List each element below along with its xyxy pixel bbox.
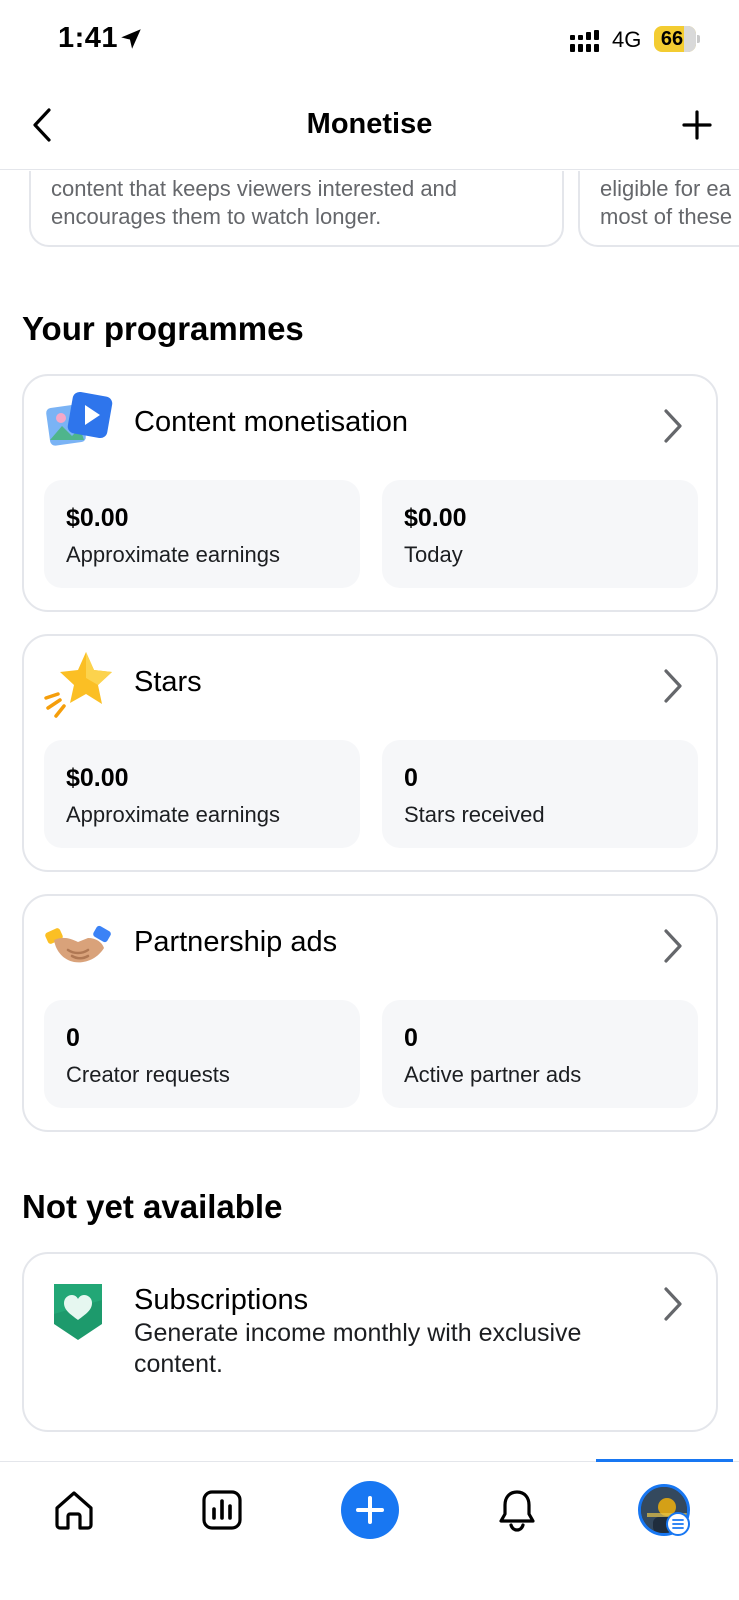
bar-chart-icon — [202, 1490, 242, 1530]
stat-label: Active partner ads — [404, 1062, 582, 1087]
info-carousel[interactable]: content that keeps viewers interested an… — [0, 171, 739, 251]
chevron-right-icon — [664, 1287, 682, 1321]
nav-header: Monetise — [0, 80, 739, 170]
tab-profile[interactable] — [634, 1480, 694, 1540]
add-button[interactable] — [676, 104, 718, 146]
create-button[interactable] — [341, 1481, 399, 1539]
info-card-text: content that keeps viewers interested an… — [51, 176, 458, 229]
bell-icon — [499, 1490, 535, 1532]
page-title: Monetise — [306, 108, 433, 140]
stat-creator-requests: 0 Creator requests — [44, 1000, 360, 1108]
stat-approximate-earnings: $0.00 Approximate earnings — [44, 740, 360, 848]
tab-home[interactable] — [44, 1480, 104, 1540]
active-tab-indicator — [596, 1459, 733, 1462]
program-description: Generate income monthly with exclusive c… — [134, 1319, 582, 1378]
stat-label: Today — [404, 542, 463, 567]
stat-active-partner-ads: 0 Active partner ads — [382, 1000, 698, 1108]
program-name: Partnership ads — [134, 926, 338, 958]
stat-value: $0.00 — [66, 504, 129, 532]
heart-shield-icon — [54, 1284, 102, 1340]
stat-value: 0 — [66, 1024, 80, 1052]
stat-label: Stars received — [404, 802, 545, 827]
location-arrow-icon — [121, 29, 141, 49]
stat-label: Approximate earnings — [66, 802, 281, 827]
video-photo-icon — [46, 391, 113, 446]
star-icon — [44, 652, 112, 718]
network-type: 4G — [612, 27, 642, 52]
signal-icon — [570, 30, 599, 52]
info-card-text: eligible for ea most of these — [600, 176, 733, 229]
stat-approximate-earnings: $0.00 Approximate earnings — [44, 480, 360, 588]
stat-label: Approximate earnings — [66, 542, 281, 567]
section-title-your-programmes: Your programmes — [22, 310, 304, 347]
program-name: Stars — [134, 666, 202, 698]
handshake-icon — [45, 925, 111, 963]
stat-stars-received: 0 Stars received — [382, 740, 698, 848]
stat-value: 0 — [404, 764, 418, 792]
info-card[interactable]: eligible for ea most of these — [578, 171, 739, 247]
plus-icon — [356, 1496, 384, 1524]
program-name: Subscriptions — [134, 1284, 309, 1316]
home-icon — [55, 1491, 93, 1530]
bottom-tab-bar — [0, 1459, 739, 1600]
program-card-stars[interactable]: Stars $0.00 Approximate earnings 0 Stars… — [22, 634, 718, 872]
battery-indicator: 66 — [654, 26, 700, 52]
tab-notifications[interactable] — [487, 1480, 547, 1540]
chevron-right-icon — [664, 669, 682, 703]
plus-icon — [682, 110, 712, 140]
stat-value: $0.00 — [66, 764, 129, 792]
chevron-right-icon — [664, 929, 682, 963]
status-bar: 1:41 4G 66 — [0, 0, 739, 80]
stat-value: 0 — [404, 1024, 418, 1052]
chevron-right-icon — [664, 409, 682, 443]
stat-today: $0.00 Today — [382, 480, 698, 588]
info-card[interactable]: content that keeps viewers interested an… — [29, 171, 564, 247]
battery-level: 66 — [660, 28, 684, 50]
program-card-partnership-ads[interactable]: Partnership ads 0 Creator requests 0 Act… — [22, 894, 718, 1132]
program-card-content-monetisation[interactable]: Content monetisation $0.00 Approximate e… — [22, 374, 718, 612]
program-name: Content monetisation — [134, 406, 409, 438]
section-title-not-yet-available: Not yet available — [22, 1188, 283, 1225]
tab-insights[interactable] — [192, 1480, 252, 1540]
program-card-subscriptions[interactable]: Subscriptions Generate income monthly wi… — [22, 1252, 718, 1432]
tab-create[interactable] — [340, 1480, 400, 1540]
stat-label: Creator requests — [66, 1062, 230, 1087]
menu-badge-icon — [666, 1512, 690, 1536]
stat-value: $0.00 — [404, 504, 467, 532]
status-time: 1:41 — [58, 22, 119, 54]
